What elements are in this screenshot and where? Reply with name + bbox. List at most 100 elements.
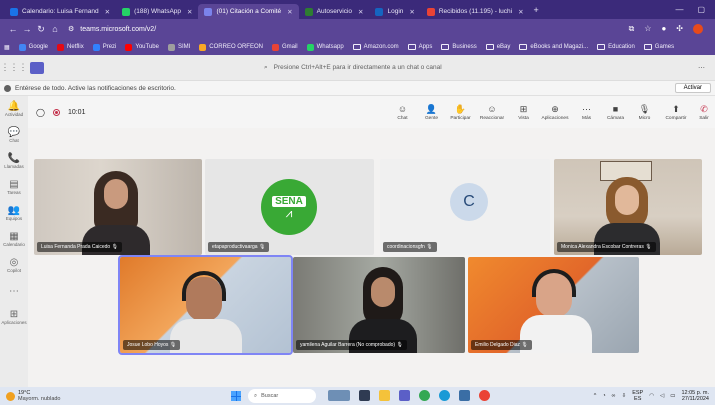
bookmark-folder-business[interactable]: Business bbox=[441, 44, 477, 50]
more-button[interactable]: ⋯ Más bbox=[572, 104, 601, 121]
close-icon[interactable]: ✕ bbox=[281, 8, 292, 16]
browser-tab-whatsapp[interactable]: (188) WhatsApp ✕ bbox=[116, 4, 198, 19]
rail-item-copilot[interactable]: ◎ Copilot bbox=[0, 252, 28, 278]
search-box[interactable]: ⌕ Presione Ctrl+Alt+E para ir directamen… bbox=[264, 64, 442, 72]
edge-icon[interactable] bbox=[439, 390, 450, 401]
clock[interactable]: 12:05 p. m. 27/11/2024 bbox=[681, 390, 709, 402]
chat-button[interactable]: ☺ Chat bbox=[388, 104, 417, 121]
rail-item-chat[interactable]: 💬 Chat bbox=[0, 122, 28, 148]
install-icon[interactable]: ⧉ bbox=[629, 24, 635, 34]
url-input[interactable]: ⚙ teams.microsoft.com/v2/ bbox=[68, 22, 629, 36]
browser-tab-calendar[interactable]: Calendario: Luisa Fernand ✕ bbox=[4, 4, 116, 19]
profile-avatar[interactable] bbox=[693, 24, 703, 34]
extension-icon[interactable]: ● bbox=[661, 24, 666, 34]
rail-item-calls[interactable]: 📞 Llamadas bbox=[0, 148, 28, 174]
browser-tab-gmail[interactable]: Recibidos (11.195) - luchi ✕ bbox=[421, 4, 530, 19]
bookmark-gmail[interactable]: Gmail bbox=[271, 43, 298, 51]
rail-item-teams[interactable]: 👥 Equipos bbox=[0, 200, 28, 226]
extensions-puzzle-icon[interactable]: ✣ bbox=[676, 24, 683, 34]
bookmark-prezi[interactable]: Prezi bbox=[92, 43, 116, 51]
close-icon[interactable]: ✕ bbox=[403, 8, 414, 16]
raise-hand-button[interactable]: ✋ Participar bbox=[446, 104, 475, 121]
apps-grid-icon[interactable]: ▦ bbox=[4, 44, 10, 51]
rail-item-tasks[interactable]: ▤ Tareas bbox=[0, 174, 28, 200]
store-icon[interactable] bbox=[459, 390, 470, 401]
chrome-profile-icon[interactable] bbox=[479, 390, 490, 401]
close-icon[interactable]: ✕ bbox=[512, 8, 523, 16]
more-icon: ⋯ bbox=[582, 103, 591, 114]
share-button[interactable]: ⬆ Compartir bbox=[659, 104, 693, 121]
minimize-icon[interactable]: — bbox=[675, 5, 683, 14]
bookmark-folder-amazon[interactable]: Amazon.com bbox=[352, 44, 399, 50]
rail-item-more[interactable]: ⋯ bbox=[0, 278, 28, 304]
address-actions: ⧉ ☆ ● ✣ bbox=[629, 24, 703, 34]
rail-item-apps[interactable]: ⊞ Aplicaciones bbox=[0, 304, 28, 330]
home-icon[interactable]: ⌂ bbox=[48, 24, 62, 34]
react-button[interactable]: ☺ Reaccionar bbox=[475, 104, 509, 121]
maximize-icon[interactable]: ▢ bbox=[697, 5, 705, 14]
video-tile-sena[interactable]: SENA ⩘ etapaproductivaarga 🎙 bbox=[205, 159, 374, 255]
more-options-icon[interactable]: ⋯ bbox=[698, 64, 705, 72]
meeting-info: ◯ 10:01 bbox=[28, 108, 85, 117]
camera-button[interactable]: ■ Cámara bbox=[601, 104, 630, 121]
recording-icon bbox=[52, 108, 60, 116]
windows-start-icon[interactable] bbox=[231, 391, 241, 401]
tray-app-icon[interactable]: ◔ bbox=[602, 393, 605, 399]
new-tab-icon[interactable]: + bbox=[534, 5, 539, 15]
mic-button[interactable]: 🎙 Micro bbox=[630, 104, 659, 121]
meeting-toolbar: ◯ 10:01 ☺ Chat 👤 Gente ✋ Participar ☺ Reacci… bbox=[28, 96, 715, 128]
bookmark-star-icon[interactable]: ☆ bbox=[644, 24, 651, 34]
rail-item-activity[interactable]: 🔔 Actividad bbox=[0, 96, 28, 122]
close-icon[interactable]: ✕ bbox=[352, 8, 363, 16]
activate-notifications-button[interactable]: Activar bbox=[674, 83, 711, 93]
video-tile-emilio[interactable]: Emilio Delgado Diaz 🎙 bbox=[468, 257, 639, 353]
taskbar-search[interactable]: ⌕ Buscar bbox=[248, 389, 316, 403]
view-button[interactable]: ⊞ Vista bbox=[509, 104, 538, 121]
bookmark-folder-ebay[interactable]: eBay bbox=[485, 44, 510, 50]
participant-nameplate: coordinacionsgfn 🎙 bbox=[383, 242, 437, 252]
bookmark-youtube[interactable]: YouTube bbox=[125, 43, 159, 51]
usb-icon[interactable]: ⇩ bbox=[622, 393, 627, 399]
battery-icon[interactable]: ▭ bbox=[670, 393, 675, 399]
video-tile-josue[interactable]: Josue Lobo Hoyos 🎙 bbox=[118, 255, 293, 355]
chevron-up-icon[interactable]: ^ bbox=[594, 393, 597, 399]
teams-app-icon[interactable] bbox=[399, 390, 410, 401]
bookmark-correo[interactable]: CORREO ORFEON bbox=[199, 43, 263, 51]
tool-label: Micro bbox=[638, 115, 651, 121]
reload-icon[interactable]: ↻ bbox=[34, 24, 48, 35]
wifi-icon[interactable]: ◠ bbox=[649, 393, 654, 399]
close-icon[interactable]: ✕ bbox=[99, 8, 110, 16]
bookmark-folder-apps[interactable]: Apps bbox=[407, 44, 432, 50]
bookmark-google[interactable]: Google bbox=[18, 43, 48, 51]
browser-tab-teams[interactable]: (01) Citación a Comité ✕ bbox=[198, 4, 299, 19]
back-icon[interactable]: ← bbox=[6, 24, 20, 34]
bookmark-netflix[interactable]: Netflix bbox=[57, 43, 84, 51]
participant-nameplate: Monica Alexandra Escobar Contreras 🎙 bbox=[557, 242, 656, 252]
browser-tab-autoservicio[interactable]: Autoservicio ✕ bbox=[299, 4, 370, 19]
task-view-icon[interactable] bbox=[359, 390, 370, 401]
bookmark-folder-ebooks[interactable]: eBooks and Magazi... bbox=[519, 44, 588, 50]
rail-item-calendar[interactable]: ▦ Calendario bbox=[0, 226, 28, 252]
app-launcher-icon[interactable]: ⋮⋮⋮ bbox=[0, 62, 28, 73]
tray-link-icon[interactable]: ∞ bbox=[612, 393, 616, 399]
weather-widget[interactable]: 19°C Mayorm. nublado bbox=[6, 390, 61, 402]
video-tile-coordinacion[interactable]: C coordinacionsgfn 🎙 bbox=[380, 159, 550, 255]
bookmark-simi[interactable]: SIMI bbox=[167, 43, 190, 51]
people-button[interactable]: 👤 Gente bbox=[417, 104, 446, 121]
bookmark-whatsapp[interactable]: Whatsapp bbox=[306, 43, 344, 51]
video-tile-yamilena[interactable]: yamilena Aguilar Barrera (No comprobado)… bbox=[293, 257, 465, 353]
video-tile-monica[interactable]: Monica Alexandra Escobar Contreras 🎙 bbox=[554, 159, 702, 255]
landscape-widget-icon[interactable] bbox=[328, 390, 350, 401]
chrome-icon[interactable] bbox=[419, 390, 430, 401]
leave-button[interactable]: ✆ Salir bbox=[693, 104, 715, 121]
file-explorer-icon[interactable] bbox=[379, 390, 390, 401]
site-info-icon[interactable]: ⚙ bbox=[68, 25, 74, 33]
close-icon[interactable]: ✕ bbox=[181, 8, 192, 16]
bookmark-folder-games[interactable]: Games bbox=[643, 44, 674, 50]
apps-button[interactable]: ⊕ Aplicaciones bbox=[538, 104, 572, 121]
forward-icon[interactable]: → bbox=[20, 24, 34, 34]
volume-icon[interactable]: ◁ bbox=[660, 393, 664, 399]
browser-tab-login[interactable]: Login ✕ bbox=[369, 4, 420, 19]
video-tile-luisa[interactable]: Luisa Fernanda Prada Caicedo 🎙 bbox=[34, 159, 202, 255]
bookmark-folder-education[interactable]: Education bbox=[597, 44, 635, 50]
